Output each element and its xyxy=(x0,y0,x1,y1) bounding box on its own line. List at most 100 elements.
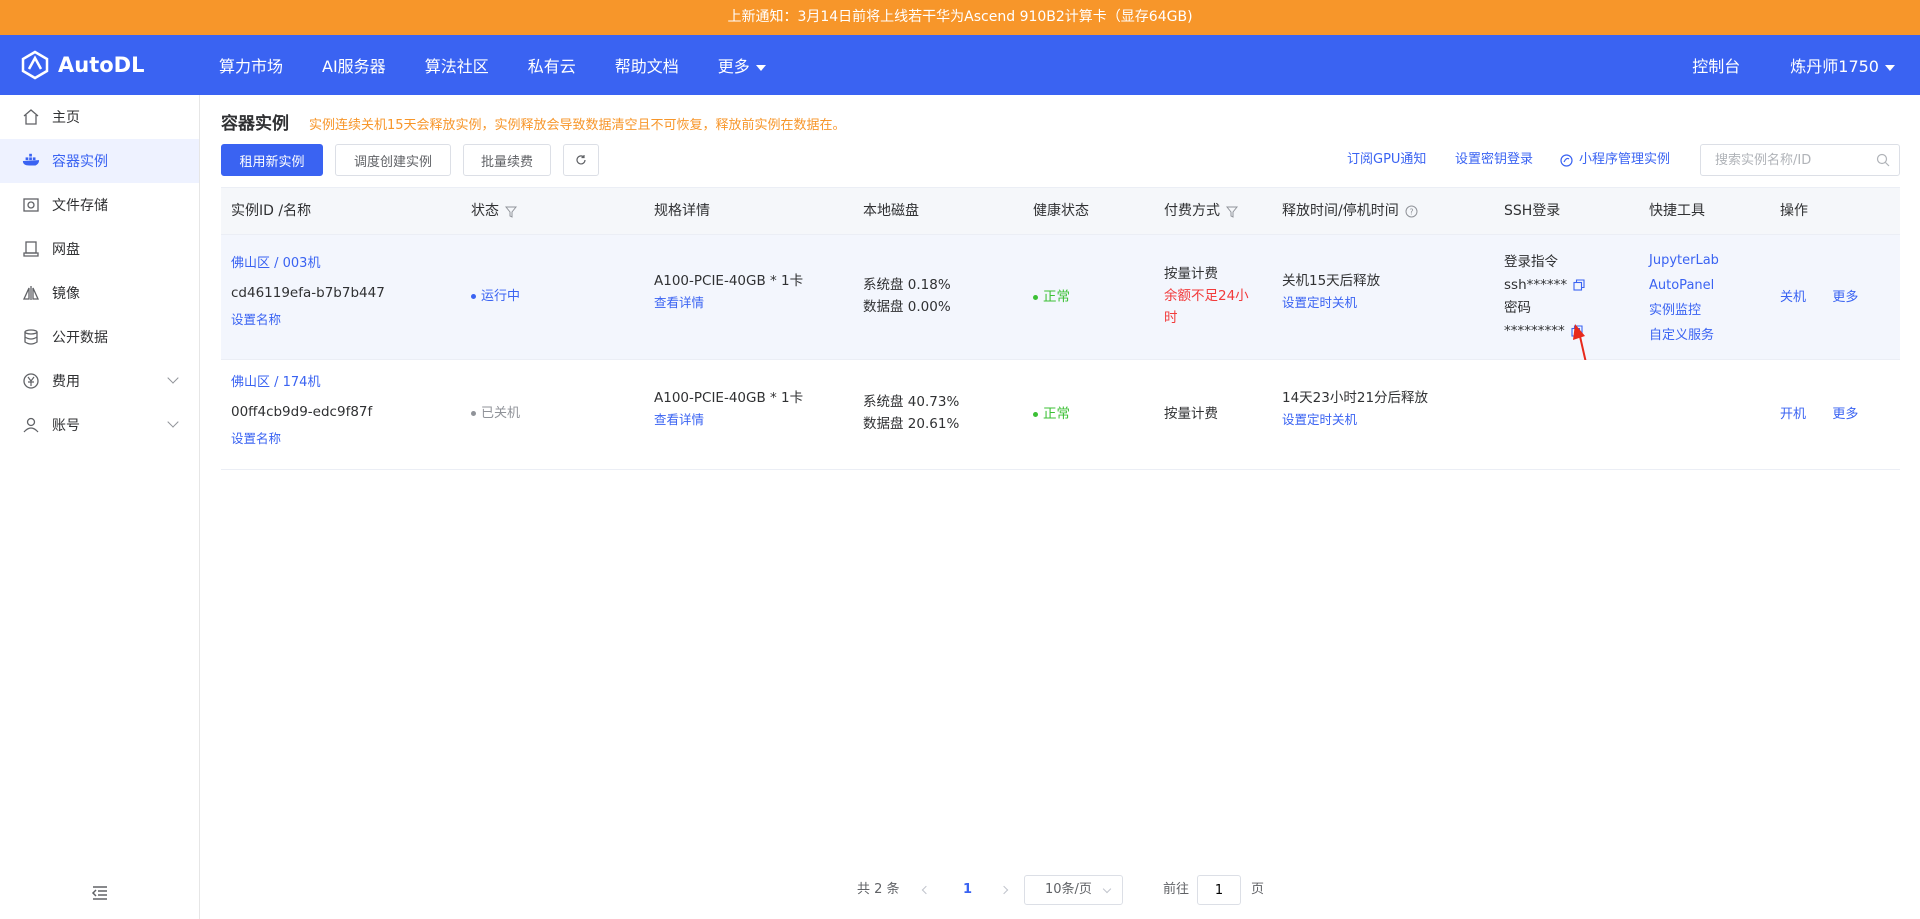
col-billing[interactable]: 付费方式 xyxy=(1164,188,1238,235)
copy-icon[interactable] xyxy=(1573,279,1585,291)
page-size-select[interactable]: 10条/页 xyxy=(1024,875,1123,905)
sidebar-item-label: 主页 xyxy=(52,110,80,126)
refresh-icon xyxy=(576,155,586,165)
instance-id: cd46119efa-b7b7b447 xyxy=(231,285,385,301)
question-circle-icon[interactable]: ? xyxy=(1405,205,1418,218)
shutdown-button[interactable]: 关机 xyxy=(1780,290,1806,305)
brand-name: AutoDL xyxy=(58,53,145,77)
top-navbar: AutoDL 算力市场 AI服务器 算法社区 私有云 帮助文档 更多 控制台 炼… xyxy=(0,35,1920,95)
nav-help-docs[interactable]: 帮助文档 xyxy=(615,53,679,77)
sidebar-item-label: 公开数据 xyxy=(52,330,108,346)
sidebar-item-home[interactable]: 主页 xyxy=(0,95,199,139)
col-release: 释放时间/停机时间? xyxy=(1282,188,1418,235)
goto-page-input[interactable] xyxy=(1197,875,1241,905)
user-menu[interactable]: 炼丹师1750 xyxy=(1790,53,1895,77)
sidebar-item-images[interactable]: 镜像 xyxy=(0,271,199,315)
sidebar-item-account[interactable]: 账号 xyxy=(0,403,199,447)
subscribe-gpu-link[interactable]: 订阅GPU通知 xyxy=(1347,144,1426,176)
health-badge: 正常 xyxy=(1033,286,1070,308)
instance-region-link[interactable]: 佛山区 / 174机 xyxy=(231,372,372,394)
col-status[interactable]: 状态 xyxy=(471,188,517,235)
instance-id: 00ff4cb9d9-edc9f87f xyxy=(231,404,373,420)
nav-compute-market[interactable]: 算力市场 xyxy=(219,53,283,77)
sidebar-item-label: 容器实例 xyxy=(52,154,108,170)
user-name: 炼丹师1750 xyxy=(1790,57,1879,76)
prev-page-button[interactable] xyxy=(921,875,931,905)
nav-ai-server[interactable]: AI服务器 xyxy=(322,53,386,77)
more-actions-button[interactable]: 更多 xyxy=(1832,407,1858,422)
col-id-name: 实例ID /名称 xyxy=(231,203,312,219)
set-name-link[interactable]: 设置名称 xyxy=(231,309,385,331)
ssh-cmd-value: ssh****** xyxy=(1504,277,1568,293)
schedule-create-button[interactable]: 调度创建实例 xyxy=(335,144,451,176)
more-actions-button[interactable]: 更多 xyxy=(1832,290,1858,305)
miniprogram-link[interactable]: 小程序管理实例 xyxy=(1560,144,1670,176)
page-number-current[interactable]: 1 xyxy=(963,875,972,905)
brand-logo[interactable]: AutoDL xyxy=(20,35,144,95)
miniprogram-label: 小程序管理实例 xyxy=(1579,152,1671,167)
storage-icon xyxy=(22,196,40,214)
chevron-down-icon xyxy=(167,372,179,384)
tool-autopanel-link[interactable]: AutoPanel xyxy=(1649,273,1719,298)
rent-new-instance-button[interactable]: 租用新实例 xyxy=(221,144,323,176)
collapse-sidebar-icon[interactable] xyxy=(90,883,110,903)
status-label: 运行中 xyxy=(481,289,521,304)
tool-custom-service-link[interactable]: 自定义服务 xyxy=(1649,323,1719,348)
sidebar-item-netdisk[interactable]: 网盘 xyxy=(0,227,199,271)
container-icon xyxy=(22,152,40,170)
toolbar: 租用新实例 调度创建实例 批量续费 订阅GPU通知 设置密钥登录 小程序管理实例 xyxy=(221,144,1900,176)
health-dot xyxy=(1033,411,1038,417)
col-health: 健康状态 xyxy=(1033,203,1089,219)
sidebar-item-containers[interactable]: 容器实例 xyxy=(0,139,199,183)
filter-icon[interactable] xyxy=(1226,206,1238,218)
sidebar-item-billing[interactable]: 费用 xyxy=(0,359,199,403)
set-timed-shutdown-link[interactable]: 设置定时关机 xyxy=(1282,409,1428,431)
instance-region-link[interactable]: 佛山区 / 003机 xyxy=(231,253,385,275)
status-badge: 运行中 xyxy=(471,286,520,308)
data-disk-usage: 数据盘 0.00% xyxy=(863,299,951,315)
nav-links: 算力市场 AI服务器 算法社区 私有云 帮助文档 更多 xyxy=(219,35,805,95)
health-label: 正常 xyxy=(1043,289,1070,305)
col-ssh: SSH登录 xyxy=(1504,203,1561,219)
sidebar-item-file-storage[interactable]: 文件存储 xyxy=(0,183,199,227)
console-link[interactable]: 控制台 xyxy=(1692,53,1740,77)
instance-table: 实例ID /名称 状态 规格详情 本地磁盘 健康状态 付费方式 释放时间/停机时… xyxy=(221,187,1900,470)
chevron-down-icon xyxy=(167,416,179,428)
main-content: 容器实例 实例连续关机15天会释放实例，实例释放会导致数据清空且不可恢复，释放前… xyxy=(221,95,1900,919)
nav-more[interactable]: 更多 xyxy=(718,53,766,77)
table-header: 实例ID /名称 状态 规格详情 本地磁盘 健康状态 付费方式 释放时间/停机时… xyxy=(221,187,1900,235)
password-label: 密码 xyxy=(1504,300,1531,316)
refresh-button[interactable] xyxy=(563,144,599,176)
billing-warning: 余额不足24小时 xyxy=(1164,288,1249,326)
filter-icon[interactable] xyxy=(505,206,517,218)
table-row: 佛山区 / 174机 00ff4cb9d9-edc9f87f 设置名称 已关机 … xyxy=(221,360,1900,470)
ssh-cmd-label: 登录指令 xyxy=(1504,254,1558,270)
notice-banner[interactable]: 上新通知：3月14日前将上线若干华为Ascend 910B2计算卡（显存64GB… xyxy=(0,0,1920,35)
sidebar-item-public-data[interactable]: 公开数据 xyxy=(0,315,199,359)
batch-renew-button[interactable]: 批量续费 xyxy=(463,144,551,176)
set-key-login-link[interactable]: 设置密钥登录 xyxy=(1455,144,1533,176)
tool-monitor-link[interactable]: 实例监控 xyxy=(1649,298,1719,323)
power-on-button[interactable]: 开机 xyxy=(1780,407,1806,422)
status-badge: 已关机 xyxy=(471,403,520,425)
tool-jupyterlab-link[interactable]: JupyterLab xyxy=(1649,248,1719,273)
page-unit-label: 页 xyxy=(1251,882,1265,897)
nav-more-label: 更多 xyxy=(717,57,750,76)
view-detail-link[interactable]: 查看详情 xyxy=(654,409,803,431)
status-dot xyxy=(471,294,476,299)
view-detail-link[interactable]: 查看详情 xyxy=(654,292,803,314)
search-input[interactable] xyxy=(1700,144,1900,176)
set-timed-shutdown-link[interactable]: 设置定时关机 xyxy=(1282,292,1380,314)
health-label: 正常 xyxy=(1043,406,1070,422)
next-page-button[interactable] xyxy=(999,875,1009,905)
col-actions: 操作 xyxy=(1780,203,1808,219)
set-name-link[interactable]: 设置名称 xyxy=(231,428,372,450)
nav-algo-community[interactable]: 算法社区 xyxy=(425,53,489,77)
sidebar-item-label: 费用 xyxy=(52,374,80,390)
sys-disk-usage: 系统盘 0.18% xyxy=(863,277,951,293)
table-row: 佛山区 / 003机 cd46119efa-b7b7b447 设置名称 运行中 … xyxy=(221,235,1900,377)
nav-private-cloud[interactable]: 私有云 xyxy=(528,53,576,77)
health-dot xyxy=(1033,294,1038,300)
svg-text:?: ? xyxy=(1409,208,1413,217)
col-billing-label: 付费方式 xyxy=(1164,203,1220,219)
